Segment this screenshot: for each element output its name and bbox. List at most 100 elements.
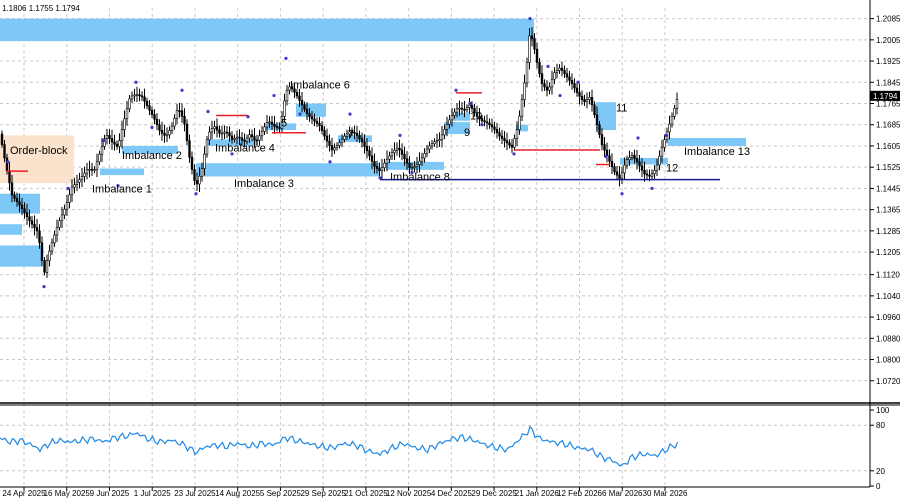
candle-body [500, 135, 504, 139]
candle-body [85, 169, 89, 174]
candle-body [580, 95, 584, 100]
candle-body [455, 108, 459, 113]
time-tick-label: 29 Sep 2025 [300, 489, 346, 498]
candle-body [185, 123, 189, 141]
candle-body [338, 142, 341, 146]
swing-marker [272, 93, 276, 98]
candle-body [28, 216, 31, 222]
swing-marker [328, 160, 332, 164]
candle-body [433, 141, 436, 145]
candle-body [618, 174, 621, 179]
candle-body [633, 154, 636, 159]
candle-body [215, 126, 219, 131]
candle-body [625, 159, 629, 166]
candle-body [460, 107, 464, 110]
candle-body [128, 98, 131, 110]
candle-body [550, 78, 554, 88]
candle-body [653, 170, 656, 175]
candle-body [448, 119, 451, 125]
oscillator-tick-label: 0 [876, 482, 881, 491]
candle-body [180, 110, 184, 117]
candle-body [413, 166, 416, 168]
candle-body [368, 150, 371, 157]
candle-body [595, 114, 599, 126]
price-tick-label: 1.0880 [876, 334, 900, 343]
candle-body [365, 146, 369, 152]
candle-body [438, 139, 441, 141]
candle-body [513, 138, 516, 148]
candle-body [610, 160, 614, 168]
candle-body [655, 164, 659, 171]
candle-body [150, 109, 154, 115]
candle-body [43, 260, 46, 273]
candle-body [155, 118, 159, 126]
candle-body [18, 201, 21, 206]
price-tick-label: 1.1845 [876, 78, 900, 87]
price-tick-label: 1.1605 [876, 142, 900, 151]
candle-body [73, 184, 76, 188]
candle-body [98, 153, 101, 163]
candle-body [65, 202, 69, 210]
candle-body [425, 148, 429, 154]
candle-body [220, 132, 224, 135]
candle-body [405, 158, 409, 164]
candle-body [430, 143, 434, 147]
time-tick-label: 6 Mar 2026 [602, 489, 643, 498]
time-tick-label: 24 Apr 2025 [2, 489, 46, 498]
imbalance-3-label: Imbalance 3 [234, 178, 294, 190]
candle-body [170, 125, 174, 131]
candle-body [80, 176, 84, 180]
candle-body [593, 104, 596, 116]
candle-body [328, 140, 331, 146]
imbalance-8-label: Imbalance 8 [390, 171, 450, 183]
time-tick-label: 12 Nov 2025 [386, 489, 432, 498]
imbalance-10-label: 10 [470, 110, 482, 122]
candle-body [628, 157, 631, 160]
candle-body [608, 155, 611, 162]
price-chart[interactable]: Order-block Imbalance 1 Imbalance 2 Imbalan… [0, 0, 900, 500]
candle-body [635, 158, 639, 163]
candle-body [335, 145, 339, 149]
candle-body [163, 132, 166, 136]
price-tick-label: 1.1120 [876, 271, 900, 280]
candle-body [525, 62, 529, 84]
swing-marker [348, 112, 352, 116]
candle-body [565, 73, 569, 78]
candle-body [638, 161, 641, 167]
candle-body [223, 131, 226, 134]
swing-marker [512, 152, 516, 156]
candle-body [175, 110, 179, 119]
candle-body [63, 208, 66, 216]
candle-body [248, 134, 251, 139]
candle-body [285, 89, 289, 102]
candle-body [393, 150, 396, 153]
candle-body [558, 67, 561, 71]
candle-body [450, 115, 454, 121]
price-tick-label: 1.1040 [876, 292, 900, 301]
price-tick-label: 1.1765 [876, 100, 900, 109]
candle-body [198, 175, 201, 185]
candle-body [300, 100, 304, 106]
candle-body [138, 94, 141, 97]
candle-body [555, 70, 559, 73]
candle-body [250, 134, 254, 137]
candle-body [588, 97, 591, 100]
swing-marker [194, 192, 198, 196]
candle-body [643, 169, 646, 175]
top-zone [0, 18, 534, 42]
candle-body [153, 114, 156, 120]
time-tick-label: 4 Dec 2025 [431, 489, 472, 498]
candle-body [395, 147, 399, 151]
candle-body [140, 95, 144, 98]
candle-body [3, 144, 6, 159]
candle-body [8, 170, 11, 184]
candle-body [415, 164, 419, 167]
candle-body [33, 223, 36, 228]
candle-body [255, 139, 259, 142]
candle-body [70, 186, 74, 196]
candle-body [518, 115, 521, 130]
candle-body [620, 172, 624, 179]
candle-body [45, 260, 49, 273]
candle-body [573, 83, 576, 89]
oscillator-tick-label: 20 [876, 467, 885, 476]
